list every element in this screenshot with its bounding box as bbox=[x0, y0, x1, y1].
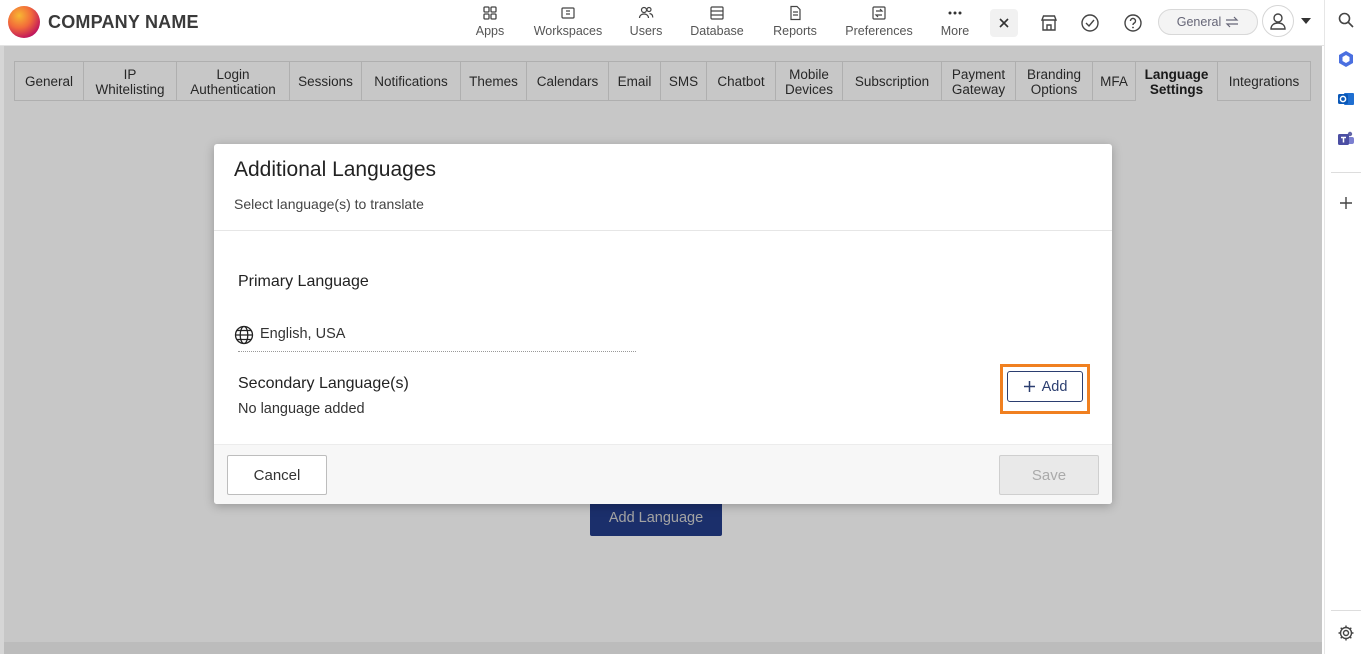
cancel-button[interactable]: Cancel bbox=[227, 455, 327, 495]
add-secondary-language-button[interactable]: Add bbox=[1007, 371, 1083, 402]
user-icon bbox=[1270, 13, 1286, 30]
nav-users[interactable]: Users bbox=[628, 5, 664, 38]
nav-apps[interactable]: Apps bbox=[474, 5, 506, 38]
dialog-body: Primary Language English, USA Secondary … bbox=[214, 231, 1112, 444]
company-name: COMPANY NAME bbox=[48, 12, 199, 32]
save-button[interactable]: Save bbox=[999, 455, 1099, 495]
reports-icon bbox=[790, 5, 801, 21]
dialog-subtitle: Select language(s) to translate bbox=[234, 196, 424, 212]
nav-label: Workspaces bbox=[533, 24, 603, 38]
user-avatar[interactable] bbox=[1262, 5, 1294, 37]
nav-label: Database bbox=[690, 24, 744, 38]
nav-more[interactable]: More bbox=[938, 5, 972, 38]
sidebar-divider bbox=[1331, 172, 1361, 173]
help-button[interactable] bbox=[1119, 9, 1147, 37]
nav-label: Users bbox=[629, 24, 663, 38]
secondary-languages-empty: No language added bbox=[238, 401, 365, 417]
workspace-switcher[interactable]: General bbox=[1158, 9, 1258, 35]
close-icon bbox=[999, 18, 1009, 28]
right-sidebar bbox=[1324, 0, 1366, 654]
outlook-icon bbox=[1338, 93, 1354, 105]
sidebar-settings-button[interactable] bbox=[1335, 622, 1357, 644]
primary-language-divider bbox=[238, 351, 636, 352]
nav-label: More bbox=[940, 24, 970, 38]
help-icon bbox=[1124, 14, 1142, 32]
nav-preferences[interactable]: Preferences bbox=[843, 5, 915, 38]
apps-grid-icon bbox=[483, 6, 497, 20]
additional-languages-dialog: Additional Languages Select language(s) … bbox=[214, 144, 1112, 504]
sidebar-divider bbox=[1331, 610, 1361, 611]
nav-label: Preferences bbox=[845, 24, 913, 38]
top-header: COMPANY NAME Apps Workspaces Users Datab… bbox=[0, 0, 1324, 46]
check-circle-icon bbox=[1081, 14, 1099, 32]
gear-icon bbox=[1338, 625, 1354, 641]
nav-label: Reports bbox=[773, 24, 817, 38]
database-icon bbox=[710, 6, 724, 20]
close-button[interactable] bbox=[990, 9, 1018, 37]
store-button[interactable] bbox=[1035, 9, 1063, 37]
teams-icon bbox=[1338, 131, 1354, 145]
dialog-title: Additional Languages bbox=[234, 158, 437, 181]
secondary-languages-label: Secondary Language(s) bbox=[238, 375, 409, 392]
tasks-check-button[interactable] bbox=[1076, 9, 1104, 37]
nav-workspaces[interactable]: Workspaces bbox=[530, 5, 606, 38]
dialog-footer: Cancel Save bbox=[214, 444, 1112, 504]
switch-arrows-icon bbox=[1225, 16, 1239, 28]
copilot-icon bbox=[1339, 51, 1353, 67]
sidebar-outlook-button[interactable] bbox=[1335, 88, 1357, 110]
globe-icon bbox=[234, 325, 254, 345]
sidebar-search-button[interactable] bbox=[1335, 9, 1357, 31]
preferences-icon bbox=[872, 6, 886, 20]
nav-label: Apps bbox=[475, 24, 505, 38]
store-icon bbox=[1040, 15, 1058, 31]
nav-reports[interactable]: Reports bbox=[769, 5, 821, 38]
users-icon bbox=[638, 6, 654, 19]
plus-icon bbox=[1340, 197, 1352, 209]
workspaces-icon bbox=[561, 7, 575, 19]
dialog-header: Additional Languages Select language(s) … bbox=[214, 144, 1112, 231]
nav-database[interactable]: Database bbox=[687, 5, 747, 38]
primary-language-label: Primary Language bbox=[238, 273, 369, 290]
user-menu-chevron-icon[interactable] bbox=[1301, 18, 1311, 24]
horizontal-scrollbar[interactable] bbox=[4, 642, 1322, 654]
primary-language-value: English, USA bbox=[260, 326, 346, 342]
sidebar-copilot-button[interactable] bbox=[1335, 48, 1357, 70]
more-dots-icon bbox=[948, 11, 962, 15]
sidebar-add-button[interactable] bbox=[1335, 192, 1357, 214]
company-logo[interactable] bbox=[8, 6, 40, 38]
add-button-label: Add bbox=[1041, 378, 1068, 395]
plus-icon bbox=[1023, 381, 1035, 392]
search-icon bbox=[1338, 12, 1354, 28]
workspace-switcher-label: General bbox=[1176, 15, 1222, 29]
sidebar-teams-button[interactable] bbox=[1335, 128, 1357, 150]
